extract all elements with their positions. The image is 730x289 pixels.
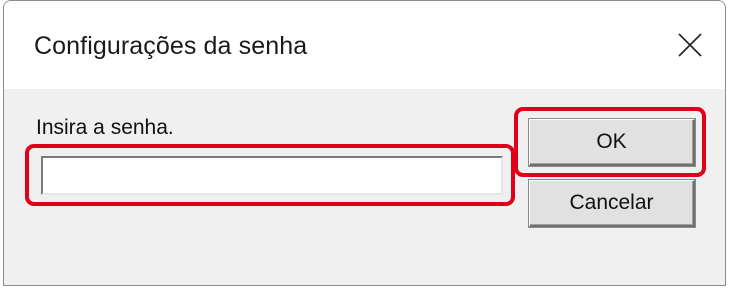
title-bar: Configurações da senha — [4, 1, 725, 89]
close-button[interactable] — [655, 1, 725, 89]
dialog-title: Configurações da senha — [34, 32, 308, 60]
password-prompt-label: Insira a senha. — [36, 116, 174, 139]
password-settings-dialog: Configurações da senha Insira a senha. O… — [3, 0, 726, 286]
cancel-button[interactable]: Cancelar — [529, 180, 695, 227]
close-icon — [678, 33, 702, 57]
ok-button[interactable]: OK — [529, 119, 695, 166]
password-input[interactable] — [41, 156, 503, 195]
